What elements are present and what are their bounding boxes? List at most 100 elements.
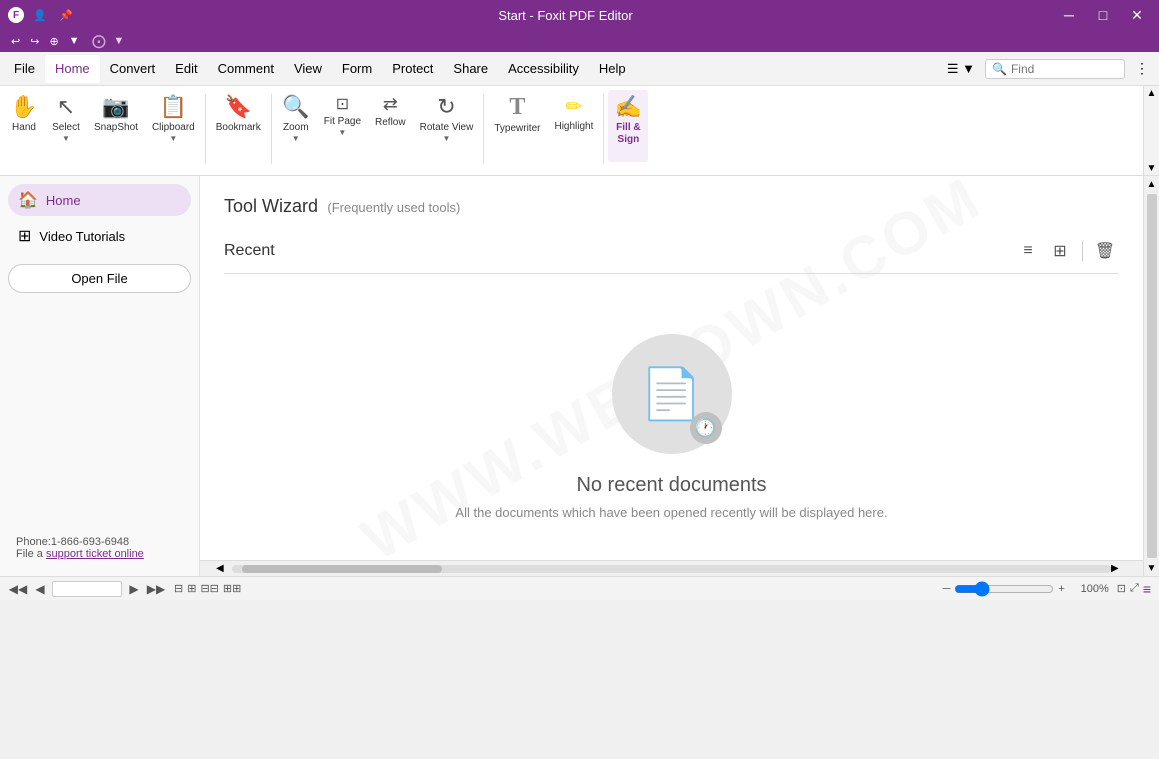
list-view-btn[interactable]: ≡ [1014, 237, 1042, 265]
search-input[interactable] [1011, 62, 1121, 76]
ribbon-scroll-up[interactable]: ▲ [1145, 86, 1159, 101]
empty-state: 📄 🕐 No recent documents All the document… [224, 294, 1119, 540]
snapshot-tool-btn[interactable]: 📷 SnapShot [88, 90, 144, 162]
redo-button[interactable]: ↪ [27, 34, 42, 49]
open-file-button[interactable]: Open File [8, 264, 191, 293]
scroll-up-btn[interactable]: ▲ [1144, 176, 1159, 192]
menu-convert[interactable]: Convert [100, 55, 166, 83]
close-button[interactable]: ✕ [1123, 5, 1151, 25]
sidebar-item-video-tutorials[interactable]: ⊞ Video Tutorials [8, 220, 191, 252]
content-area: 🏠 Home ⊞ Video Tutorials Open File Phone… [0, 176, 1159, 576]
last-page-btn[interactable]: ▶▶ [146, 579, 166, 599]
main-content: WWW.WEIDOWN.COM WWW.WEIDOWN.COM WWW.WEID… [200, 176, 1143, 560]
fit-width-btn[interactable]: ⊡ [1117, 582, 1126, 595]
typewriter-tool-btn[interactable]: T Typewriter [488, 90, 546, 162]
next-page-btn[interactable]: ▶ [124, 579, 144, 599]
support-info: File a support ticket online [16, 548, 183, 560]
sidebar-footer: Phone:1-866-693-6948 File a support tick… [8, 528, 191, 568]
fullscreen-btn[interactable]: ⤢ [1130, 582, 1139, 595]
title-bar: F 👤 📌 Start - Foxit PDF Editor ─ □ ✕ [0, 0, 1159, 30]
menu-comment[interactable]: Comment [208, 55, 284, 83]
clipboard-tool-btn[interactable]: 📋 Clipboard ▼ [146, 90, 201, 162]
rotateview-dropdown-arrow: ▼ [443, 134, 451, 143]
highlight-label: Highlight [554, 121, 593, 133]
clipboard-dropdown-arrow: ▼ [169, 134, 177, 143]
vertical-scrollbar[interactable]: ▲ ▼ [1143, 176, 1159, 576]
fitpage-icon: ⊡ [336, 94, 349, 114]
rotateview-label: Rotate View [420, 122, 474, 134]
reflow-tool-btn[interactable]: ⇄ Reflow [369, 90, 412, 162]
menu-help[interactable]: Help [589, 55, 636, 83]
fitpage-tool-btn[interactable]: ⊡ Fit Page ▼ [318, 90, 367, 162]
profile-btn[interactable]: 👤 [30, 5, 50, 25]
bookmark-tool-btn[interactable]: 🔖 Bookmark [210, 90, 267, 162]
menu-file[interactable]: File [4, 55, 45, 83]
typewriter-label: Typewriter [494, 123, 540, 135]
annotation-btn[interactable]: ≡ [1143, 581, 1151, 597]
status-bar: ◀◀ ◀ ▶ ▶▶ ⊟ ⊞ ⊟⊟ ⊞⊞ ─ + 100% ⊡ ⤢ ≡ [0, 576, 1159, 600]
scroll-left-btn[interactable]: ◀ [216, 563, 232, 574]
zoom-slider[interactable] [954, 581, 1054, 597]
empty-icon-container: 📄 🕐 [612, 334, 732, 454]
qa-extra-btn[interactable]: ⊕ [46, 34, 61, 49]
support-link[interactable]: support ticket online [46, 548, 144, 560]
pin-btn[interactable]: 📌 [56, 5, 76, 25]
maximize-button[interactable]: □ [1089, 5, 1117, 25]
delete-btn[interactable]: 🗑 [1091, 237, 1119, 265]
reflow-icon: ⇄ [383, 94, 398, 115]
empty-clock-icon: 🕐 [690, 412, 722, 444]
customize-btn[interactable]: ☰ ▼ [941, 59, 981, 79]
page-split-btn[interactable]: ⊟ [174, 582, 183, 595]
menu-view[interactable]: View [284, 55, 332, 83]
grid-view-btn[interactable]: ⊞ [1046, 237, 1074, 265]
menu-home[interactable]: Home [45, 55, 100, 83]
page-number-input[interactable] [52, 581, 122, 597]
page-layout-btn[interactable]: ⊞ [187, 582, 196, 595]
qa-menu-btn[interactable]: ▼ [66, 34, 83, 48]
select-tool-btn[interactable]: ↖ Select ▼ [46, 90, 86, 162]
highlight-icon: ✏ [566, 94, 583, 119]
bookmark-label: Bookmark [216, 122, 261, 134]
sidebar-item-home[interactable]: 🏠 Home [8, 184, 191, 216]
scroll-track [232, 565, 1111, 573]
rotateview-tool-btn[interactable]: ↻ Rotate View ▼ [414, 90, 480, 162]
prev-page-btn[interactable]: ◀ [30, 579, 50, 599]
zoom-min-btn[interactable]: ─ [943, 583, 951, 595]
facing-page-btn[interactable]: ⊞⊞ [223, 582, 241, 595]
menu-accessibility[interactable]: Accessibility [498, 55, 589, 83]
scroll-right-btn[interactable]: ▶ [1111, 563, 1127, 574]
scroll-thumb-vertical[interactable] [1147, 194, 1157, 558]
recent-header: Recent ≡ ⊞ 🗑 [224, 237, 1119, 265]
more-options-btn[interactable]: ⋮ [1129, 56, 1155, 81]
tool-wizard-subtitle: (Frequently used tools) [327, 200, 460, 215]
typewriter-icon: T [509, 94, 525, 121]
hand-tool-btn[interactable]: ✋ Hand [4, 90, 44, 162]
menu-share[interactable]: Share [443, 55, 498, 83]
menu-edit[interactable]: Edit [165, 55, 207, 83]
search-box[interactable]: 🔍 [985, 59, 1125, 79]
snapshot-label: SnapShot [94, 122, 138, 134]
hand-label: Hand [12, 122, 36, 134]
zoom-max-btn[interactable]: + [1058, 583, 1064, 595]
fillsign-icon: ✍ [615, 94, 642, 120]
content-main: WWW.WEIDOWN.COM WWW.WEIDOWN.COM WWW.WEID… [200, 176, 1143, 576]
horizontal-scrollbar[interactable]: ◀ ▶ [200, 560, 1143, 576]
zoom-tool-btn[interactable]: 🔍 Zoom ▼ [276, 90, 316, 162]
snapshot-icon: 📷 [102, 94, 129, 120]
scroll-down-btn[interactable]: ▼ [1144, 560, 1159, 576]
ribbon-scroll-down[interactable]: ▼ [1145, 161, 1159, 176]
scroll-thumb[interactable] [242, 565, 442, 573]
two-page-btn[interactable]: ⊟⊟ [200, 582, 218, 595]
highlight-tool-btn[interactable]: ✏ Highlight [548, 90, 599, 162]
undo-button[interactable]: ↩ [8, 34, 23, 49]
menu-bar: File Home Convert Edit Comment View Form… [0, 52, 1159, 86]
first-page-btn[interactable]: ◀◀ [8, 579, 28, 599]
recent-title: Recent [224, 242, 275, 260]
recent-controls: ≡ ⊞ 🗑 [1014, 237, 1119, 265]
rotateview-icon: ↻ [437, 94, 455, 120]
menu-protect[interactable]: Protect [382, 55, 443, 83]
sidebar-video-label: Video Tutorials [39, 229, 125, 244]
minimize-button[interactable]: ─ [1055, 5, 1083, 25]
menu-form[interactable]: Form [332, 55, 382, 83]
fillsign-tool-btn[interactable]: ✍ Fill &Sign [608, 90, 648, 162]
